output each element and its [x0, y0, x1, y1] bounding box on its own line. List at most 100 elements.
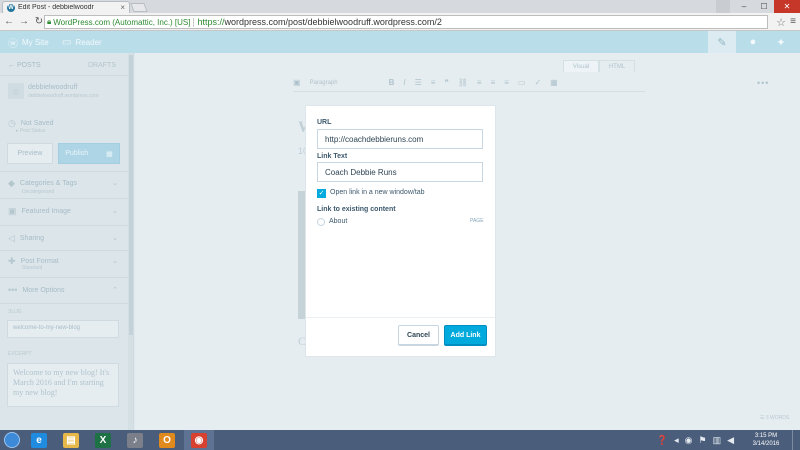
- more-tools-icon[interactable]: •••: [757, 78, 769, 88]
- windows-logo-icon: [4, 432, 20, 448]
- lock-icon: 🔒︎: [47, 17, 52, 26]
- notifications-button[interactable]: ✦: [770, 31, 792, 53]
- sidebar-scroll-thumb[interactable]: [129, 55, 133, 335]
- ev-certificate-label[interactable]: WordPress.com (Automattic, Inc.) [US]: [53, 17, 195, 27]
- antivirus-icon[interactable]: ◉: [685, 435, 693, 446]
- bullet-list-icon[interactable]: ☰: [415, 78, 422, 87]
- window-close-icon[interactable]: ✕: [774, 0, 800, 13]
- sidebar-item-label: Sharing: [19, 234, 45, 242]
- wordpress-logo-icon: ⓦ: [8, 38, 18, 50]
- post-status-row[interactable]: ◷ Not Saved: [0, 118, 128, 128]
- spellcheck-icon[interactable]: ✓: [534, 78, 541, 87]
- browser-tabstrip: W Edit Post - debbielwoodr × – ☐ ✕: [0, 0, 800, 13]
- my-site-link[interactable]: ⓦ My Site: [8, 31, 49, 53]
- wp-masterbar: ⓦ My Site ▭ Reader ✎ ● ✦: [0, 31, 800, 53]
- status-label: Not Saved: [20, 119, 54, 127]
- align-left-icon[interactable]: ≡: [477, 78, 482, 87]
- existing-content-radio[interactable]: [317, 218, 325, 226]
- pencil-icon: ✎: [717, 36, 727, 49]
- clock-time: 3:15 PM: [754, 433, 778, 439]
- maximize-icon[interactable]: ☐: [754, 0, 774, 13]
- align-right-icon[interactable]: ≡: [504, 78, 509, 87]
- sidebar-item-more-options[interactable]: ••• More Options ⌃: [0, 284, 128, 296]
- bold-icon[interactable]: B: [389, 78, 395, 87]
- taskbar-app[interactable]: O: [152, 430, 182, 450]
- help-icon[interactable]: ❓: [657, 435, 668, 446]
- start-button[interactable]: [0, 430, 24, 450]
- new-window-checkbox[interactable]: ✓: [317, 189, 326, 198]
- sidebar-item-categories[interactable]: ◆ Categories & Tags ⌄: [0, 177, 128, 189]
- url-input[interactable]: http://coachdebbieruns.com: [317, 129, 483, 149]
- post-content-text[interactable]: C: [298, 334, 306, 349]
- profile-badge[interactable]: [716, 0, 730, 13]
- checkmark-icon: ✓: [318, 190, 325, 197]
- volume-icon[interactable]: ◀: [727, 435, 734, 446]
- back-to-posts-link[interactable]: ← POSTS DRAFTS: [0, 60, 128, 70]
- preview-button[interactable]: Preview: [7, 143, 53, 164]
- flag-icon[interactable]: ⚑: [698, 435, 706, 446]
- excerpt-textarea[interactable]: Welcome to my new blog! It's March 2016 …: [7, 363, 119, 407]
- sidebar-item-sharing[interactable]: ◁ Sharing ⌄: [0, 232, 128, 244]
- show-hidden-icons[interactable]: ◂: [674, 435, 679, 446]
- sidebar-item-featured-image[interactable]: ▣ Featured Image ⌄: [0, 205, 128, 217]
- show-desktop-button[interactable]: [792, 430, 800, 450]
- chevron-down-icon: ⌄: [112, 208, 118, 215]
- taskbar-app[interactable]: ◉: [184, 430, 214, 450]
- editor-mode-tabs: Visual HTML: [563, 60, 635, 72]
- slug-input[interactable]: welcome-to-my-new-blog: [7, 320, 119, 338]
- tab-visual[interactable]: Visual: [563, 60, 599, 72]
- minimize-icon[interactable]: –: [734, 0, 754, 13]
- link-icon[interactable]: ⛓: [458, 78, 468, 87]
- sidebar-item-post-format[interactable]: ✚ Post Format ⌄: [0, 255, 128, 267]
- chrome-icon: ◉: [191, 432, 207, 448]
- sidebar-item-sub: Uncategorized: [22, 189, 55, 195]
- divider: [0, 303, 128, 304]
- add-media-icon[interactable]: ▣: [293, 78, 301, 87]
- sidebar-item-label: More Options: [22, 286, 65, 294]
- browser-toolbar: ← → ↻ 🔒︎ WordPress.com (Automattic, Inc.…: [0, 13, 800, 31]
- forward-icon[interactable]: →: [18, 16, 30, 27]
- calendar-icon: ▦: [106, 150, 113, 158]
- share-icon: ◁: [8, 232, 15, 243]
- cancel-button[interactable]: Cancel: [398, 325, 439, 346]
- tab-close-icon[interactable]: ×: [120, 3, 125, 12]
- taskbar-app[interactable]: X: [88, 430, 118, 450]
- url-path: wordpress.com/post/debbielwoodruff.wordp…: [224, 17, 442, 27]
- divider: [0, 198, 128, 199]
- browser-menu-icon[interactable]: ≡: [790, 16, 796, 27]
- read-more-icon[interactable]: ▭: [518, 78, 526, 87]
- address-bar[interactable]: 🔒︎ WordPress.com (Automattic, Inc.) [US]…: [44, 15, 768, 29]
- divider: [0, 171, 128, 172]
- new-window-label[interactable]: Open link in a new window/tab: [330, 189, 425, 196]
- new-tab-button[interactable]: [130, 3, 148, 12]
- reader-link[interactable]: ▭ Reader: [62, 31, 102, 53]
- sidebar-item-label: Featured Image: [21, 207, 71, 215]
- drafts-label[interactable]: DRAFTS: [88, 62, 116, 69]
- numbered-list-icon[interactable]: ≡: [431, 78, 436, 87]
- system-clock[interactable]: 3:15 PM 3/14/2016: [740, 432, 792, 448]
- divider: [0, 75, 128, 76]
- tab-html[interactable]: HTML: [599, 60, 635, 72]
- avatar-icon: ●: [749, 36, 757, 48]
- taskbar-app[interactable]: ♪: [120, 430, 150, 450]
- profile-avatar[interactable]: ●: [742, 31, 764, 53]
- write-post-button[interactable]: ✎: [708, 31, 736, 53]
- taskbar-app[interactable]: e: [24, 430, 54, 450]
- link-text-input[interactable]: Coach Debbie Runs: [317, 162, 483, 182]
- bookmark-star-icon[interactable]: ☆: [776, 16, 786, 29]
- italic-icon[interactable]: I: [403, 78, 405, 87]
- back-icon[interactable]: ←: [3, 16, 15, 27]
- network-icon[interactable]: ▥: [713, 435, 722, 446]
- toolbar-toggle-icon[interactable]: ▦: [550, 78, 558, 87]
- align-center-icon[interactable]: ≡: [491, 78, 496, 87]
- existing-content-item[interactable]: About: [329, 218, 347, 225]
- paragraph-select[interactable]: Paragraph: [310, 80, 380, 86]
- chevron-up-icon: ⌃: [112, 287, 118, 294]
- excerpt-label: EXCERPT: [8, 351, 32, 357]
- browser-tab[interactable]: W Edit Post - debbielwoodr ×: [2, 1, 130, 13]
- add-link-button[interactable]: Add Link: [444, 325, 487, 346]
- link-text-label: Link Text: [317, 153, 348, 160]
- blockquote-icon[interactable]: ❝: [444, 78, 448, 87]
- taskbar-app[interactable]: ▤: [56, 430, 86, 450]
- publish-button[interactable]: Publish ▦: [58, 143, 120, 164]
